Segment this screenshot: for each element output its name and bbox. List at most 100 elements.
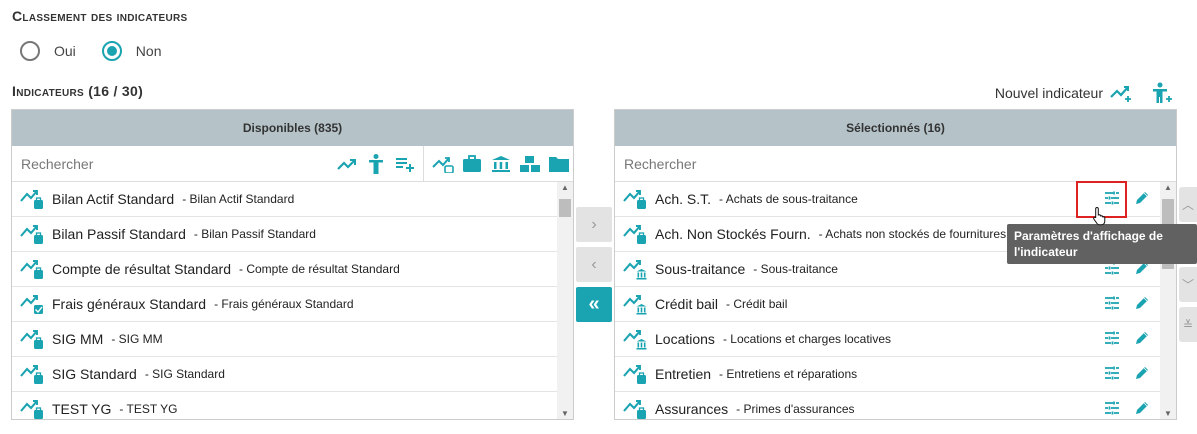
scroll-down-icon[interactable]: ▼ xyxy=(557,409,573,418)
available-list: Bilan Actif Standard - Bilan Actif Standa… xyxy=(12,182,573,419)
filter-chart-bag-icon[interactable] xyxy=(428,146,457,181)
indicator-name: Crédit bail xyxy=(655,296,719,312)
chart-bag-icon xyxy=(623,363,647,385)
radio-non-label[interactable]: Non xyxy=(136,43,162,59)
chevron-right-icon: › xyxy=(591,215,597,233)
edit-pencil-icon[interactable] xyxy=(1134,400,1150,419)
tune-icon[interactable] xyxy=(1104,295,1120,314)
indicator-desc: - Achats de sous-traitance xyxy=(719,192,858,206)
chevron-left-icon: ‹ xyxy=(591,255,597,273)
available-row[interactable]: Compte de résultat Standard - Compte de r… xyxy=(12,252,573,287)
chart-bag-icon xyxy=(20,223,44,245)
row-actions xyxy=(1104,365,1150,384)
available-row[interactable]: TEST YG - TEST YG xyxy=(12,392,573,419)
chart-bank-icon xyxy=(623,293,647,315)
scroll-up-icon[interactable]: ▲ xyxy=(1160,183,1176,192)
filter-briefcase-icon[interactable] xyxy=(457,146,486,181)
move-right-button[interactable]: › xyxy=(576,207,612,242)
available-scroll-thumb[interactable] xyxy=(559,199,571,217)
settings-tooltip: Paramètres d'affichage de l'indicateur xyxy=(1007,224,1197,264)
selected-row[interactable]: Locations - Locations et charges locative… xyxy=(615,322,1176,357)
hand-cursor-icon xyxy=(1093,206,1106,226)
tune-icon[interactable] xyxy=(1104,365,1120,384)
indicator-desc: - SIG Standard xyxy=(144,367,225,381)
edit-pencil-icon[interactable] xyxy=(1134,330,1150,349)
move-all-left-button[interactable]: « xyxy=(576,287,612,322)
indicator-desc: - Bilan Actif Standard xyxy=(182,192,295,206)
selected-scrollbar[interactable]: ▲ ▼ xyxy=(1160,182,1176,419)
selected-row[interactable]: Assurances - Primes d'assurances xyxy=(615,392,1176,419)
chart-bag-icon xyxy=(20,258,44,280)
radio-oui[interactable] xyxy=(20,41,40,61)
filter-playlist-add-icon[interactable] xyxy=(390,146,419,181)
indicator-desc: - Frais généraux Standard xyxy=(214,297,354,311)
indicator-desc: - Compte de résultat Standard xyxy=(239,262,400,276)
chart-bank-icon xyxy=(623,258,647,280)
available-row[interactable]: SIG MM - SIG MM xyxy=(12,322,573,357)
filter-folder-icon[interactable] xyxy=(544,146,573,181)
tune-icon[interactable] xyxy=(1104,400,1120,419)
selected-panel: Sélectionnés (16) Rechercher Ach. S.T. - … xyxy=(614,109,1177,420)
chevron-down-icon: ﹀ xyxy=(1181,278,1194,292)
filter-boxes-icon[interactable] xyxy=(515,146,544,181)
chart-bag-icon xyxy=(623,398,647,419)
radio-non[interactable] xyxy=(101,41,122,61)
chart-bag-icon xyxy=(20,363,44,385)
available-row[interactable]: Bilan Actif Standard - Bilan Actif Standa… xyxy=(12,182,573,217)
chart-bank-icon xyxy=(623,328,647,350)
chart-bag-icon xyxy=(623,223,647,245)
move-bottom-button[interactable]: ≚ xyxy=(1179,307,1197,342)
selected-row[interactable]: Crédit bail - Crédit bail xyxy=(615,287,1176,322)
indicator-desc: - Primes d'assurances xyxy=(736,402,855,416)
chart-bag-icon xyxy=(20,328,44,350)
new-indicator-label: Nouvel indicateur xyxy=(994,85,1103,101)
available-search-input[interactable]: Rechercher xyxy=(21,156,332,172)
edit-pencil-icon[interactable] xyxy=(1134,365,1150,384)
indicator-desc: - TEST YG xyxy=(119,402,178,416)
radio-oui-label[interactable]: Oui xyxy=(54,43,76,59)
row-actions xyxy=(1104,400,1150,419)
move-top-button[interactable]: ︿ xyxy=(1179,187,1197,222)
indicator-desc: - SIG MM xyxy=(111,332,163,346)
scroll-up-icon[interactable]: ▲ xyxy=(557,183,573,192)
indicator-desc: - Entretiens et réparations xyxy=(719,367,858,381)
available-row[interactable]: SIG Standard - SIG Standard xyxy=(12,357,573,392)
chart-bag-icon xyxy=(20,398,44,419)
indicator-name: Ach. Non Stockés Fourn. xyxy=(655,226,811,242)
indicator-desc: - Locations et charges locatives xyxy=(722,332,892,346)
add-chart-indicator-icon[interactable] xyxy=(1109,83,1135,103)
indicator-name: SIG Standard xyxy=(52,366,137,382)
indicator-name: Assurances xyxy=(655,401,729,417)
indicator-name: Ach. S.T. xyxy=(655,191,712,207)
indicator-name: Entretien xyxy=(655,366,712,382)
add-person-indicator-icon[interactable] xyxy=(1149,82,1175,104)
available-scrollbar[interactable]: ▲ ▼ xyxy=(557,182,573,419)
indicator-name: Sous-traitance xyxy=(655,261,746,277)
scroll-down-icon[interactable]: ▼ xyxy=(1160,409,1176,418)
available-header: Disponibles (835) xyxy=(12,110,573,146)
available-row[interactable]: Frais généraux Standard - Frais généraux … xyxy=(12,287,573,322)
indicator-name: Locations xyxy=(655,331,715,347)
selected-header: Sélectionnés (16) xyxy=(615,110,1176,146)
ranking-title: Classement des indicateurs xyxy=(12,8,188,24)
filter-bank-icon[interactable] xyxy=(486,146,515,181)
indicator-name: Compte de résultat Standard xyxy=(52,261,231,277)
available-row[interactable]: Bilan Passif Standard - Bilan Passif Stan… xyxy=(12,217,573,252)
edit-pencil-icon[interactable] xyxy=(1134,190,1150,209)
tune-icon[interactable] xyxy=(1104,330,1120,349)
available-filter-toolbar xyxy=(332,146,573,181)
ranking-radio-group: Oui Non xyxy=(20,41,187,61)
indicator-desc: - Achats non stockés de fournitures xyxy=(818,227,1007,241)
move-left-button[interactable]: ‹ xyxy=(576,247,612,282)
available-search: Rechercher xyxy=(12,146,573,182)
selected-row[interactable]: Entretien - Entretiens et réparations xyxy=(615,357,1176,392)
selected-search: Rechercher xyxy=(615,146,1176,182)
edit-pencil-icon[interactable] xyxy=(1134,295,1150,314)
move-down-button[interactable]: ﹀ xyxy=(1179,267,1197,302)
double-chevron-left-icon: « xyxy=(588,293,600,315)
indicators-title: Indicateurs (16 / 30) xyxy=(12,83,144,99)
selected-search-input[interactable]: Rechercher xyxy=(624,156,1176,172)
double-chevron-down-icon: ≚ xyxy=(1182,317,1194,332)
filter-trend-icon[interactable] xyxy=(332,146,361,181)
filter-person-icon[interactable] xyxy=(361,146,390,181)
